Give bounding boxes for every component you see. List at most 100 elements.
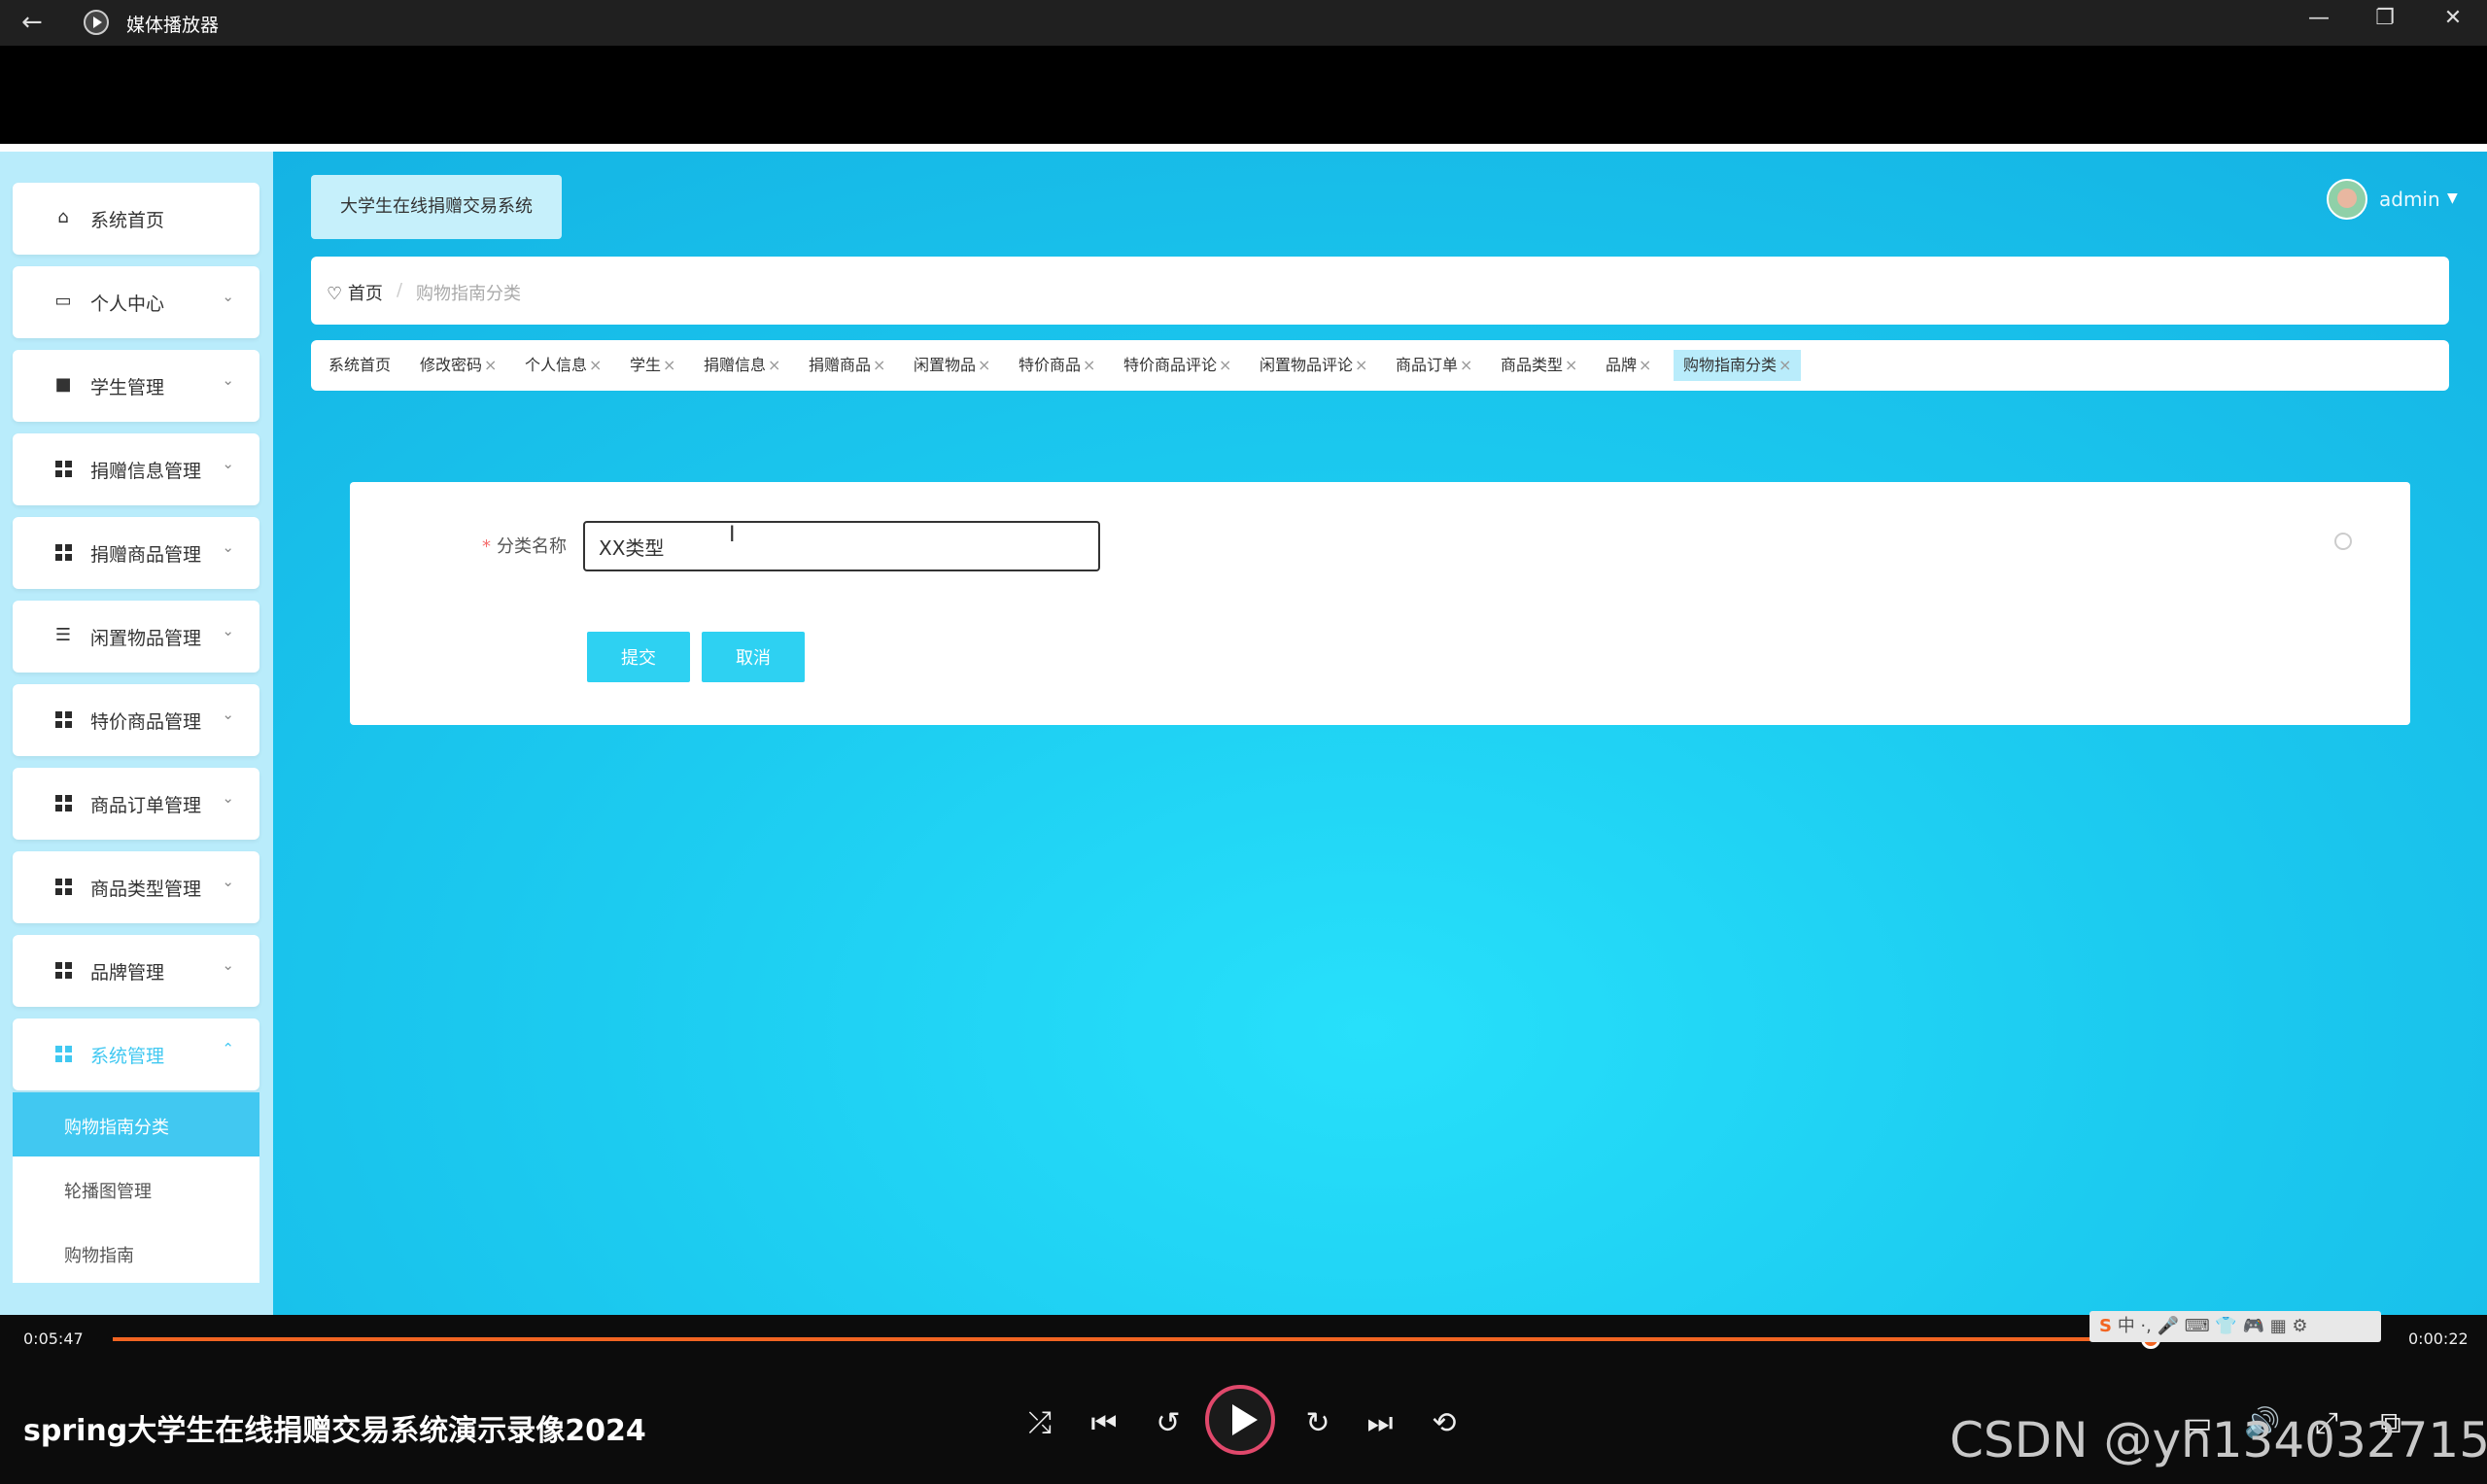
media-player-logo-icon — [84, 10, 109, 35]
elapsed-time: 0:05:47 — [23, 1329, 84, 1348]
close-icon[interactable]: × — [1219, 356, 1231, 374]
sidebar-item-label: 系统首页 — [90, 210, 165, 231]
sidebar-item-label: 商品订单管理 — [90, 795, 202, 816]
chevron-down-icon: ⌄ — [222, 538, 234, 556]
list-icon: ☰ — [54, 625, 72, 645]
video-title: spring大学生在线捐赠交易系统演示录像2024 — [23, 1414, 646, 1448]
chevron-down-icon: ⌄ — [222, 873, 234, 890]
previous-icon[interactable]: ⏮ — [1083, 1406, 1125, 1440]
tab-student[interactable]: 学生 × — [620, 350, 685, 381]
shuffle-icon[interactable]: ⤮ — [1019, 1406, 1061, 1440]
chevron-down-icon: ⌄ — [222, 706, 234, 723]
chevron-down-icon: ⌄ — [222, 789, 234, 807]
next-icon[interactable]: ⏭ — [1359, 1406, 1401, 1440]
minimize-button[interactable]: — — [2299, 6, 2338, 30]
tab-home[interactable]: 系统首页 — [319, 350, 400, 381]
caret-down-icon: ▼ — [2447, 190, 2458, 206]
play-button[interactable] — [1205, 1385, 1275, 1455]
forward-30-icon[interactable]: ↻ — [1296, 1406, 1339, 1440]
breadcrumb-separator: / — [397, 280, 403, 300]
close-icon[interactable]: × — [1083, 356, 1095, 374]
close-icon[interactable]: × — [1460, 356, 1472, 374]
seek-bar[interactable] — [113, 1329, 2377, 1349]
close-icon[interactable]: × — [484, 356, 497, 374]
sidebar-item-home[interactable]: ⌂ 系统首页 — [13, 183, 259, 255]
tab-brand[interactable]: 品牌 × — [1596, 350, 1661, 381]
rewind-10-icon[interactable]: ↺ — [1147, 1406, 1190, 1440]
grid-icon — [55, 795, 73, 812]
tab-idle-items[interactable]: 闲置物品 × — [904, 350, 1000, 381]
sidebar-submenu: 购物指南分类 轮播图管理 购物指南 — [13, 1092, 259, 1283]
sidebar-item-orders[interactable]: 商品订单管理 ⌄ — [13, 768, 259, 840]
close-icon[interactable]: × — [873, 356, 885, 374]
category-name-input[interactable] — [583, 521, 1100, 571]
close-icon[interactable]: × — [589, 356, 602, 374]
sidebar-subitem-carousel[interactable]: 轮播图管理 — [13, 1156, 259, 1221]
sidebar-subitem-guide-category[interactable]: 购物指南分类 — [13, 1092, 259, 1156]
csdn-watermark: CSDN @yh1340327157 — [1950, 1412, 2487, 1468]
close-icon[interactable]: × — [768, 356, 780, 374]
breadcrumb: ♡ 首页 / 购物指南分类 — [311, 257, 2449, 325]
sidebar-item-idle-items[interactable]: ☰ 闲置物品管理 ⌄ — [13, 601, 259, 673]
close-icon[interactable]: × — [1565, 356, 1577, 374]
close-icon[interactable]: × — [1355, 356, 1367, 374]
tab-idle-item-reviews[interactable]: 闲置物品评论 × — [1250, 350, 1377, 381]
tab-donation-goods[interactable]: 捐赠商品 × — [799, 350, 895, 381]
web-app-screen: ⌂ 系统首页 ▭ 个人中心 ⌄ ■ 学生管理 ⌄ 捐赠信息管理 ⌄ 捐赠商品管理… — [0, 152, 2487, 1323]
close-icon[interactable]: × — [663, 356, 675, 374]
chevron-down-icon: ⌄ — [222, 288, 234, 305]
remaining-time: 0:00:22 — [2408, 1329, 2469, 1348]
grid-icon — [55, 711, 73, 729]
home-icon: ⌂ — [57, 207, 69, 227]
sidebar-item-brand[interactable]: 品牌管理 ⌄ — [13, 935, 259, 1007]
sidebar-item-special-goods[interactable]: 特价商品管理 ⌄ — [13, 684, 259, 756]
sidebar-item-goods-types[interactable]: 商品类型管理 ⌄ — [13, 851, 259, 923]
sidebar-item-label: 品牌管理 — [90, 962, 165, 984]
close-button[interactable]: ✕ — [2434, 6, 2472, 30]
cancel-button[interactable]: 取消 — [702, 632, 805, 682]
maximize-button[interactable]: ❐ — [2366, 6, 2404, 30]
back-arrow-icon[interactable]: ← — [21, 8, 43, 37]
sidebar-item-donation-info[interactable]: 捐赠信息管理 ⌄ — [13, 433, 259, 505]
grid-icon — [55, 461, 73, 478]
sidebar-item-label: 商品类型管理 — [90, 879, 202, 900]
video-icon: ■ — [54, 374, 72, 395]
seek-bar-progress — [113, 1337, 2151, 1341]
close-icon[interactable]: × — [1639, 356, 1651, 374]
tags-view-bar: 系统首页 修改密码 × 个人信息 × 学生 × 捐赠信息 × 捐赠商品 × 闲置物品 × 特… — [311, 340, 2449, 391]
tab-donation-info[interactable]: 捐赠信息 × — [694, 350, 790, 381]
category-form: *分类名称 I 提交 取消 — [350, 482, 2410, 725]
window-title-bar: ← 媒体播放器 — ❐ ✕ — [0, 0, 2487, 46]
sidebar-item-label: 学生管理 — [90, 377, 165, 398]
chevron-down-icon: ⌄ — [222, 622, 234, 639]
tab-change-password[interactable]: 修改密码 × — [410, 350, 506, 381]
repeat-icon[interactable]: ⟲ — [1423, 1406, 1466, 1440]
ime-toolbar: S 中 ·, 🎤 ⌨ 👕 🎮 ▦ ⚙ — [2090, 1311, 2381, 1342]
ime-logo-icon: S — [2099, 1316, 2112, 1336]
sidebar-item-personal-center[interactable]: ▭ 个人中心 ⌄ — [13, 266, 259, 338]
breadcrumb-home[interactable]: ♡ 首页 — [327, 280, 383, 305]
sidebar-item-label: 特价商品管理 — [90, 711, 202, 733]
tab-orders[interactable]: 商品订单 × — [1386, 350, 1482, 381]
sidebar-item-student-management[interactable]: ■ 学生管理 ⌄ — [13, 350, 259, 422]
sidebar-subitem-shopping-guide[interactable]: 购物指南 — [13, 1221, 259, 1285]
sidebar-item-donation-goods[interactable]: 捐赠商品管理 ⌄ — [13, 517, 259, 589]
user-name: admin — [2379, 188, 2440, 211]
sidebar-item-label: 个人中心 — [90, 293, 165, 315]
tab-personal-info[interactable]: 个人信息 × — [515, 350, 611, 381]
tab-special-goods-reviews[interactable]: 特价商品评论 × — [1114, 350, 1241, 381]
sidebar-item-system-management[interactable]: 系统管理 ⌃ — [13, 1018, 259, 1090]
system-title: 大学生在线捐赠交易系统 — [311, 175, 562, 239]
sidebar-item-label: 捐赠信息管理 — [90, 461, 202, 482]
chevron-up-icon: ⌃ — [222, 1040, 234, 1057]
window-title: 媒体播放器 — [126, 15, 220, 36]
tab-goods-types[interactable]: 商品类型 × — [1491, 350, 1587, 381]
tab-special-goods[interactable]: 特价商品 × — [1009, 350, 1105, 381]
close-icon[interactable]: × — [978, 356, 990, 374]
sidebar: ⌂ 系统首页 ▭ 个人中心 ⌄ ■ 学生管理 ⌄ 捐赠信息管理 ⌄ 捐赠商品管理… — [0, 152, 273, 1315]
clear-circle-icon[interactable] — [2334, 533, 2352, 550]
grid-icon — [55, 544, 73, 562]
submit-button[interactable]: 提交 — [587, 632, 690, 682]
close-icon[interactable]: × — [1779, 356, 1791, 374]
tab-guide-category[interactable]: 购物指南分类 × — [1674, 350, 1802, 381]
